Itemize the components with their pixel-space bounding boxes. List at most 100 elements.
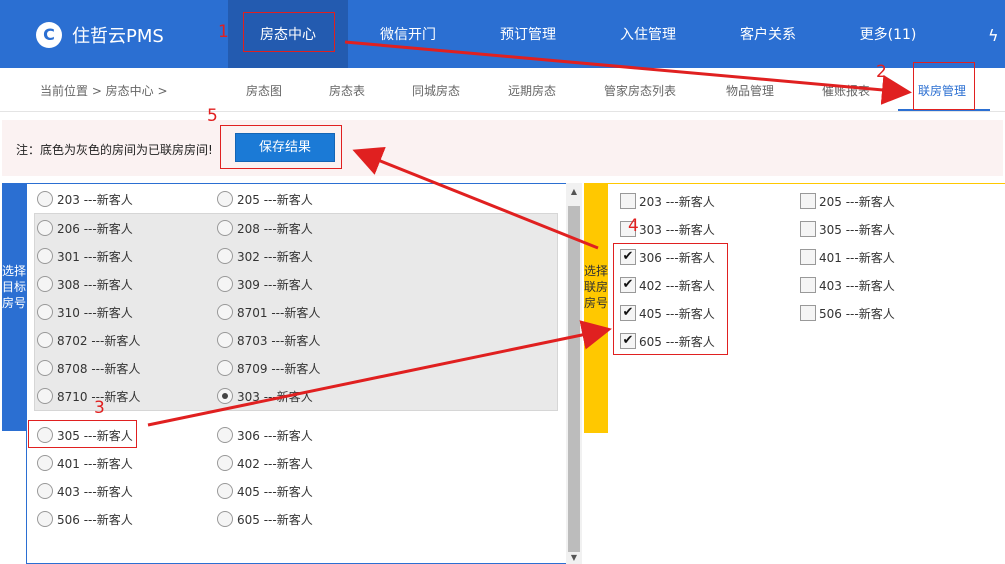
radio-icon[interactable]: [37, 220, 53, 236]
link-room-checkbox[interactable]: 506 ---新客人: [800, 304, 895, 322]
room-label: 605 ---新客人: [237, 512, 313, 527]
checkbox-icon[interactable]: [800, 221, 816, 237]
radio-icon[interactable]: [217, 276, 233, 292]
tab-room-chart[interactable]: 房态图: [246, 82, 282, 99]
room-label: 8703 ---新客人: [237, 333, 321, 348]
link-room-checkbox[interactable]: 205 ---新客人: [800, 192, 895, 210]
target-room-radio[interactable]: 302 ---新客人: [217, 247, 313, 265]
tab-future-status[interactable]: 远期房态: [508, 82, 556, 99]
radio-icon[interactable]: [37, 360, 53, 376]
radio-icon[interactable]: [217, 511, 233, 527]
breadcrumb: 当前位置 > 房态中心 >: [40, 84, 168, 98]
radio-icon[interactable]: [37, 276, 53, 292]
target-room-radio[interactable]: 205 ---新客人: [217, 190, 313, 208]
room-label: 303 ---新客人: [237, 389, 313, 404]
radio-icon[interactable]: [217, 427, 233, 443]
radio-icon[interactable]: [217, 248, 233, 264]
tab-billing-report[interactable]: 催账报表: [822, 82, 870, 99]
nav-item-booking[interactable]: 预订管理: [468, 0, 588, 68]
target-room-radio[interactable]: 403 ---新客人: [37, 482, 133, 500]
radio-icon[interactable]: [217, 191, 233, 207]
radio-icon[interactable]: [217, 360, 233, 376]
room-label: 203 ---新客人: [639, 194, 715, 209]
notice-bar: 注：底色为灰色的房间为已联房房间!: [2, 120, 1003, 176]
scroll-down-icon[interactable]: ▼: [568, 553, 580, 562]
target-room-radio[interactable]: 8702 ---新客人: [37, 331, 140, 349]
radio-icon[interactable]: [217, 483, 233, 499]
radio-icon[interactable]: [217, 304, 233, 320]
target-room-radio[interactable]: 8709 ---新客人: [217, 359, 320, 377]
target-room-radio[interactable]: 8701 ---新客人: [217, 303, 320, 321]
annotation-box-3: [28, 420, 137, 448]
bolt-icon[interactable]: ϟ: [988, 26, 999, 45]
room-label: 205 ---新客人: [819, 194, 895, 209]
radio-icon[interactable]: [37, 511, 53, 527]
room-label: 310 ---新客人: [57, 305, 133, 320]
checkbox-icon[interactable]: [800, 249, 816, 265]
radio-icon[interactable]: [37, 191, 53, 207]
radio-icon[interactable]: [217, 388, 233, 404]
logo-icon: C: [36, 22, 62, 48]
room-label: 203 ---新客人: [57, 192, 133, 207]
target-room-radio[interactable]: 208 ---新客人: [217, 219, 313, 237]
target-room-radio[interactable]: 402 ---新客人: [217, 454, 313, 472]
annotation-box-1: [243, 12, 335, 52]
annotation-box-5: [220, 125, 342, 169]
target-room-radio[interactable]: 206 ---新客人: [37, 219, 133, 237]
link-room-label: 选择联房房号: [584, 183, 608, 433]
link-room-checkbox[interactable]: 401 ---新客人: [800, 248, 895, 266]
annotation-number-3: 3: [94, 398, 105, 418]
room-label: 401 ---新客人: [819, 250, 895, 265]
checkbox-icon[interactable]: [800, 305, 816, 321]
checkbox-icon[interactable]: [620, 193, 636, 209]
radio-icon[interactable]: [37, 304, 53, 320]
link-room-checkbox[interactable]: 403 ---新客人: [800, 276, 895, 294]
room-label: 8702 ---新客人: [57, 333, 141, 348]
room-label: 8709 ---新客人: [237, 361, 321, 376]
radio-icon[interactable]: [217, 332, 233, 348]
room-label: 205 ---新客人: [237, 192, 313, 207]
target-room-radio[interactable]: 605 ---新客人: [217, 510, 313, 528]
target-room-radio[interactable]: 8708 ---新客人: [37, 359, 140, 377]
radio-icon[interactable]: [37, 332, 53, 348]
checkbox-icon[interactable]: [800, 277, 816, 293]
scrollbar-thumb[interactable]: [568, 206, 580, 552]
target-room-radio[interactable]: 301 ---新客人: [37, 247, 133, 265]
radio-icon[interactable]: [217, 455, 233, 471]
tab-housekeeping-list[interactable]: 管家房态列表: [604, 82, 676, 99]
nav-item-more[interactable]: 更多(11): [828, 0, 948, 68]
target-room-radio[interactable]: 8703 ---新客人: [217, 331, 320, 349]
tab-room-table[interactable]: 房态表: [329, 82, 365, 99]
annotation-box-2: [913, 62, 975, 110]
link-room-checkbox[interactable]: 203 ---新客人: [620, 192, 715, 210]
target-room-radio[interactable]: 203 ---新客人: [37, 190, 133, 208]
sub-nav: 当前位置 > 房态中心 > 房态图 房态表 同城房态 远期房态 管家房态列表 物…: [0, 68, 1005, 112]
target-room-radio[interactable]: 308 ---新客人: [37, 275, 133, 293]
nav-item-wechat-door[interactable]: 微信开门: [348, 0, 468, 68]
radio-icon[interactable]: [37, 455, 53, 471]
target-room-radio[interactable]: 506 ---新客人: [37, 510, 133, 528]
target-room-radio[interactable]: 306 ---新客人: [217, 426, 313, 444]
room-label: 405 ---新客人: [237, 484, 313, 499]
annotation-number-5: 5: [207, 106, 218, 126]
target-room-radio[interactable]: 310 ---新客人: [37, 303, 133, 321]
target-room-radio[interactable]: 405 ---新客人: [217, 482, 313, 500]
radio-icon[interactable]: [37, 248, 53, 264]
radio-icon[interactable]: [217, 220, 233, 236]
target-room-radio[interactable]: 8710 ---新客人: [37, 387, 140, 405]
app-root: C 住哲云PMS 房态中心 微信开门 预订管理 入住管理 客户关系 更多(11)…: [0, 0, 1005, 564]
radio-icon[interactable]: [37, 388, 53, 404]
target-room-radio[interactable]: 309 ---新客人: [217, 275, 313, 293]
checkbox-icon[interactable]: [800, 193, 816, 209]
radio-icon[interactable]: [37, 483, 53, 499]
target-room-radio[interactable]: 303 ---新客人: [217, 387, 313, 405]
logo[interactable]: C 住哲云PMS: [36, 22, 164, 48]
scroll-up-icon[interactable]: ▲: [568, 187, 580, 196]
nav-item-checkin[interactable]: 入住管理: [588, 0, 708, 68]
link-room-checkbox[interactable]: 305 ---新客人: [800, 220, 895, 238]
room-label: 309 ---新客人: [237, 277, 313, 292]
tab-items[interactable]: 物品管理: [726, 82, 774, 99]
target-room-radio[interactable]: 401 ---新客人: [37, 454, 133, 472]
nav-item-customer[interactable]: 客户关系: [708, 0, 828, 68]
tab-city-status[interactable]: 同城房态: [412, 82, 460, 99]
